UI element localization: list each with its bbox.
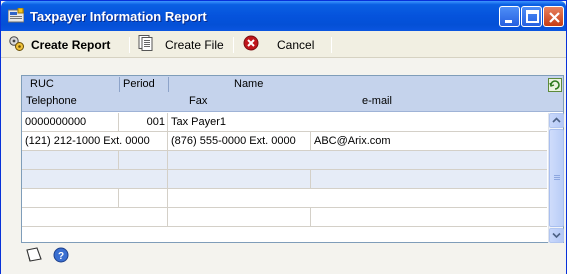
empty-cell[interactable] (22, 208, 168, 226)
report-window: Taxpayer Information Report Create Repor… (0, 0, 567, 274)
expand-icon[interactable] (548, 78, 562, 92)
minimize-icon (505, 20, 512, 23)
cancel-button[interactable]: Cancel (243, 35, 314, 54)
header-fax[interactable]: Fax (189, 95, 207, 107)
empty-cell[interactable] (119, 151, 168, 169)
create-report-button[interactable]: Create Report (8, 35, 110, 54)
close-icon (549, 12, 560, 23)
cancel-label: Cancel (277, 37, 315, 52)
header-telephone[interactable]: Telephone (26, 95, 77, 107)
maximize-button[interactable] (521, 6, 542, 27)
chevron-down-icon (552, 232, 561, 239)
title-bar[interactable]: Taxpayer Information Report (1, 1, 566, 31)
table-row[interactable] (22, 151, 547, 170)
cancel-icon (243, 35, 259, 54)
close-button[interactable] (543, 6, 564, 27)
footer-icons: ? (25, 246, 79, 266)
table-row[interactable] (22, 189, 547, 208)
empty-cell[interactable] (168, 189, 547, 207)
chevron-up-icon (552, 117, 561, 123)
empty-cell[interactable] (119, 189, 168, 207)
toolbar-separator (233, 37, 234, 53)
empty-cell[interactable] (311, 208, 547, 226)
grip-line (554, 179, 560, 180)
header-email[interactable]: e-mail (362, 95, 392, 107)
toolbar-separator (331, 37, 332, 53)
create-report-label: Create Report (31, 37, 111, 52)
cell-name[interactable]: Tax Payer1 (168, 113, 547, 131)
help-icon[interactable]: ? (53, 247, 69, 266)
header-ruc[interactable]: RUC (30, 78, 54, 90)
grid-rows: 0000000000 001 Tax Payer1 (121) 212-1000… (22, 113, 547, 243)
scroll-down-button[interactable] (549, 228, 564, 243)
scroll-up-button[interactable] (549, 113, 564, 128)
create-file-button[interactable]: Create File (138, 35, 224, 54)
taxpayer-grid: RUC Period Name Telephone Fax e-mail 000… (21, 75, 564, 243)
empty-cell[interactable] (22, 189, 119, 207)
empty-cell[interactable] (22, 151, 119, 169)
empty-cell[interactable] (168, 208, 311, 226)
grip-line (554, 175, 560, 176)
empty-cell[interactable] (311, 170, 547, 188)
content-area: RUC Period Name Telephone Fax e-mail 000… (1, 59, 566, 274)
document-icon (138, 35, 153, 54)
empty-cell[interactable] (22, 170, 168, 188)
cell-ruc[interactable]: 0000000000 (22, 113, 119, 131)
toolbar-separator (129, 37, 130, 53)
svg-text:?: ? (58, 251, 64, 262)
empty-cell[interactable] (168, 170, 311, 188)
cell-period[interactable]: 001 (119, 113, 168, 131)
cell-email[interactable]: ABC@Arix.com (311, 132, 547, 150)
vertical-scrollbar[interactable] (548, 113, 564, 243)
gears-icon (8, 35, 25, 55)
maximize-icon (526, 10, 539, 23)
table-row[interactable]: 0000000000 001 Tax Payer1 (22, 113, 547, 132)
grip-line (554, 177, 560, 178)
minimize-button[interactable] (499, 6, 520, 27)
header-name[interactable]: Name (234, 78, 263, 90)
scroll-thumb[interactable] (549, 129, 564, 227)
table-row[interactable]: (121) 212-1000 Ext. 0000 (876) 555-0000 … (22, 132, 547, 151)
empty-cell[interactable] (168, 151, 547, 169)
create-file-label: Create File (165, 37, 224, 52)
grid-header: RUC Period Name Telephone Fax e-mail (22, 76, 563, 112)
header-period[interactable]: Period (123, 78, 155, 90)
note-icon[interactable] (25, 246, 43, 266)
cell-telephone[interactable]: (121) 212-1000 Ext. 0000 (22, 132, 168, 150)
toolbar: Create Report Create File Cancel (1, 31, 566, 58)
table-row[interactable] (22, 170, 547, 189)
window-title: Taxpayer Information Report (30, 9, 207, 24)
header-divider (119, 77, 120, 92)
cell-fax[interactable]: (876) 555-0000 Ext. 0000 (168, 132, 311, 150)
header-divider (168, 77, 169, 92)
report-icon (7, 7, 25, 23)
table-row[interactable] (22, 208, 547, 227)
